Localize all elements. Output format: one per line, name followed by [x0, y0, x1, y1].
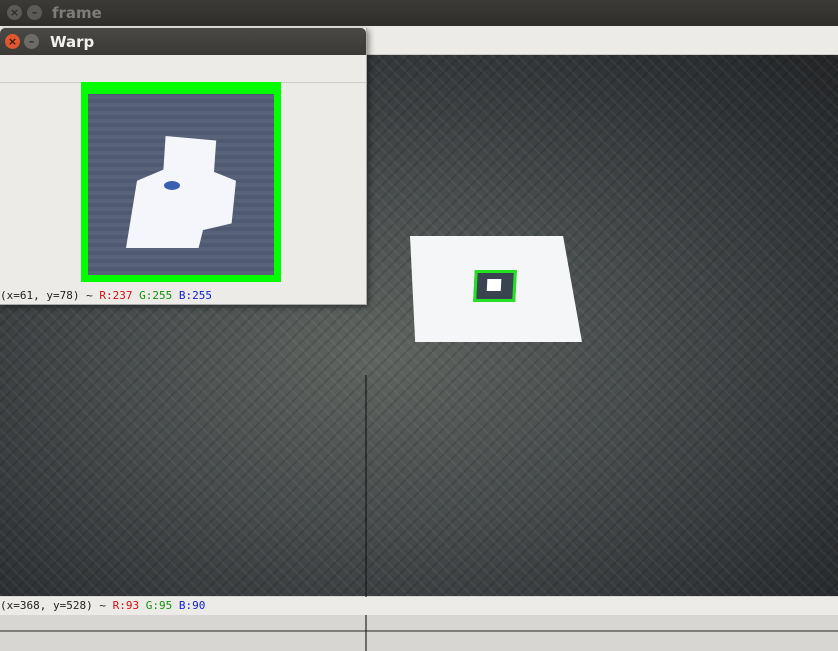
minimize-icon[interactable]: – — [24, 34, 39, 49]
marker-dot — [164, 181, 180, 190]
minimize-icon[interactable]: – — [27, 5, 42, 20]
close-icon[interactable]: × — [7, 5, 22, 20]
pixel-green: G:95 — [145, 599, 173, 612]
main-titlebar[interactable]: × – frame — [0, 0, 838, 26]
warp-title: Warp — [50, 33, 95, 51]
warp-window[interactable]: × – Warp (x=61, y=78) ~ R:237 G:255 B:25… — [0, 28, 367, 305]
pixel-green: G:255 — [139, 289, 173, 302]
pixel-red: R:93 — [112, 599, 140, 612]
warped-marker-image[interactable] — [81, 82, 281, 282]
pixel-blue: B:90 — [178, 599, 206, 612]
detected-marker — [473, 270, 517, 302]
marker-glyph — [126, 136, 236, 248]
warp-titlebar[interactable]: × – Warp — [0, 28, 366, 55]
warp-toolbar — [0, 55, 366, 83]
window-title: frame — [52, 4, 102, 22]
warp-statusbar: (x=61, y=78) ~ R:237 G:255 B:255 — [0, 288, 366, 304]
marker-pattern — [486, 279, 502, 291]
main-statusbar: (x=368, y=528) ~ R:93 G:95 B:90 — [0, 597, 838, 615]
pixel-red: R:237 — [99, 289, 133, 302]
floor-seam — [0, 630, 838, 632]
close-icon[interactable]: × — [5, 34, 20, 49]
cursor-coords: (x=61, y=78) ~ — [0, 289, 93, 302]
pixel-blue: B:255 — [178, 289, 212, 302]
marker-background — [88, 94, 274, 275]
cursor-coords: (x=368, y=528) ~ — [0, 599, 106, 612]
